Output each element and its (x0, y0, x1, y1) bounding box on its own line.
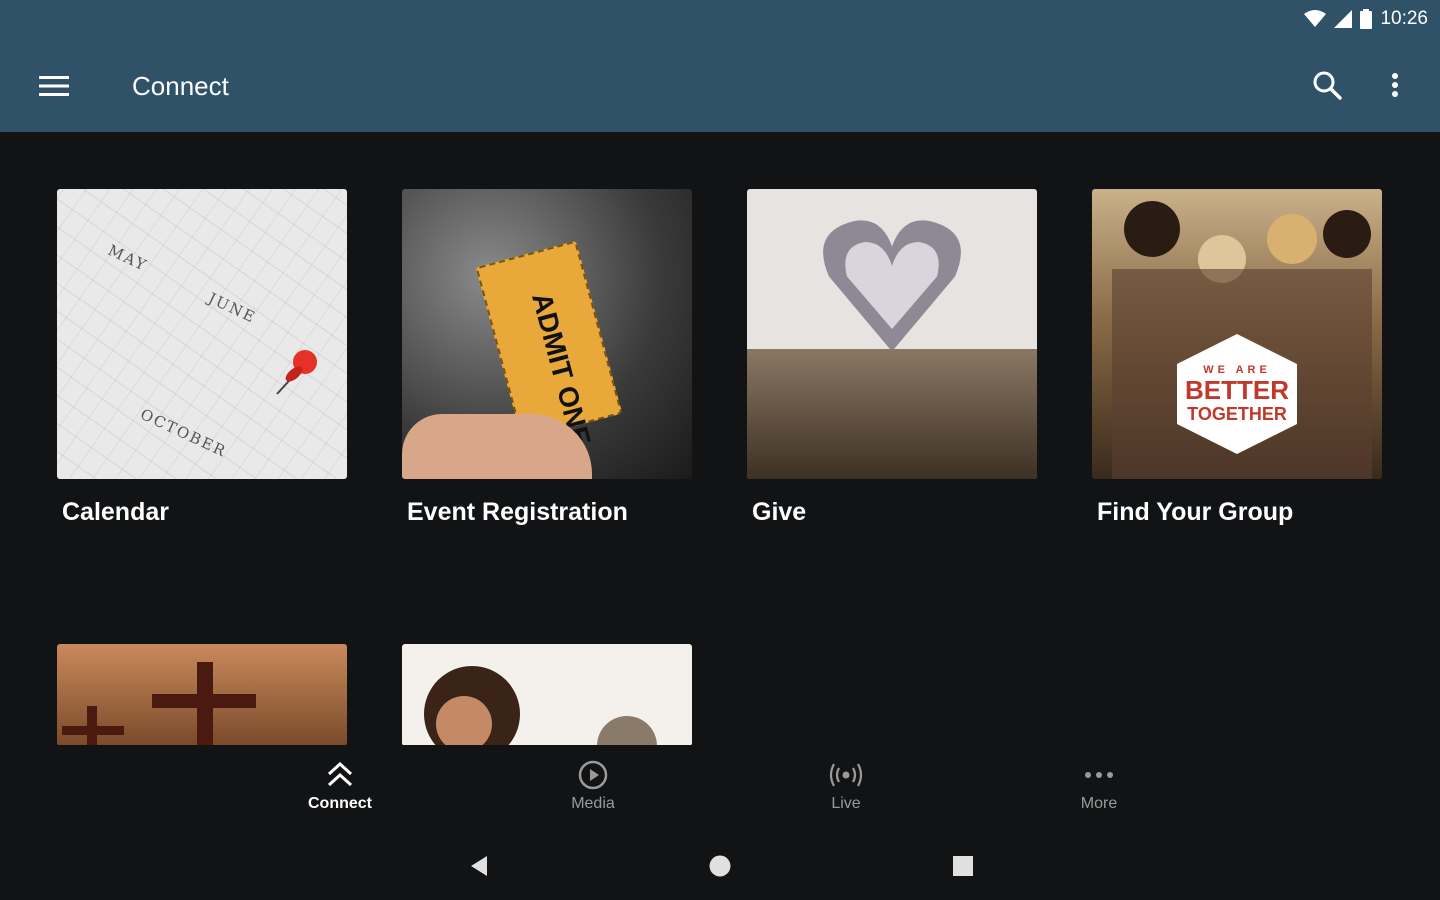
double-chevron-up-icon (280, 759, 400, 791)
badge-line: TOGETHER (1187, 403, 1287, 424)
app-bar: 10:26 Connect (0, 0, 1440, 132)
nav-media[interactable]: Media (533, 759, 653, 813)
battery-icon (1360, 9, 1373, 29)
badge-line: WE ARE (1203, 363, 1271, 376)
heart-icon (823, 220, 961, 352)
person-image (402, 644, 692, 746)
play-circle-icon (533, 759, 653, 791)
nav-label: Media (571, 795, 615, 812)
status-bar: 10:26 (1304, 6, 1428, 32)
tile-label: Give (752, 498, 807, 526)
calendar-image: MAY JUNE OCTOBER (57, 189, 347, 479)
tile-find-your-group[interactable]: WE ARE BETTER TOGETHER Find Your Group (1092, 189, 1382, 527)
home-icon[interactable] (705, 852, 735, 880)
ticket-image: ADMIT ONE (402, 189, 692, 479)
status-time: 10:26 (1380, 8, 1428, 29)
search-icon[interactable] (1310, 68, 1344, 102)
signal-icon (1334, 10, 1353, 28)
nav-label: More (1080, 795, 1118, 812)
tile-calendar[interactable]: MAY JUNE OCTOBER Calendar (57, 189, 347, 527)
badge-line: BETTER (1185, 374, 1289, 405)
wifi-icon (1304, 10, 1327, 28)
system-navigation (0, 830, 1440, 900)
more-horizontal-icon (1039, 759, 1159, 791)
more-vertical-icon[interactable] (1380, 68, 1410, 102)
recents-icon[interactable] (948, 852, 978, 880)
tile-label: Find Your Group (1097, 498, 1294, 526)
tile-person[interactable] (402, 644, 692, 746)
heart-book-image (747, 189, 1037, 479)
page-title: Connect (132, 71, 229, 101)
bottom-navigation: Connect Media Live More (0, 745, 1440, 830)
pushpin-icon (276, 350, 317, 395)
broadcast-icon (786, 759, 906, 791)
ticket: ADMIT ONE (475, 240, 623, 449)
nav-label: Connect (308, 795, 372, 812)
tile-give[interactable]: Give (747, 189, 1037, 527)
nav-more[interactable]: More (1039, 759, 1159, 813)
crosses-image (57, 644, 347, 746)
group-image: WE ARE BETTER TOGETHER (1092, 189, 1382, 479)
tile-label: Event Registration (407, 498, 628, 526)
tile-label: Calendar (62, 498, 169, 526)
nav-live[interactable]: Live (786, 759, 906, 813)
nav-label: Live (831, 795, 861, 812)
tile-crosses[interactable] (57, 644, 347, 746)
back-icon[interactable] (464, 852, 494, 880)
nav-connect[interactable]: Connect (280, 759, 400, 813)
hamburger-menu-icon[interactable] (38, 70, 70, 102)
tile-event-registration[interactable]: ADMIT ONE Event Registration (402, 189, 692, 527)
